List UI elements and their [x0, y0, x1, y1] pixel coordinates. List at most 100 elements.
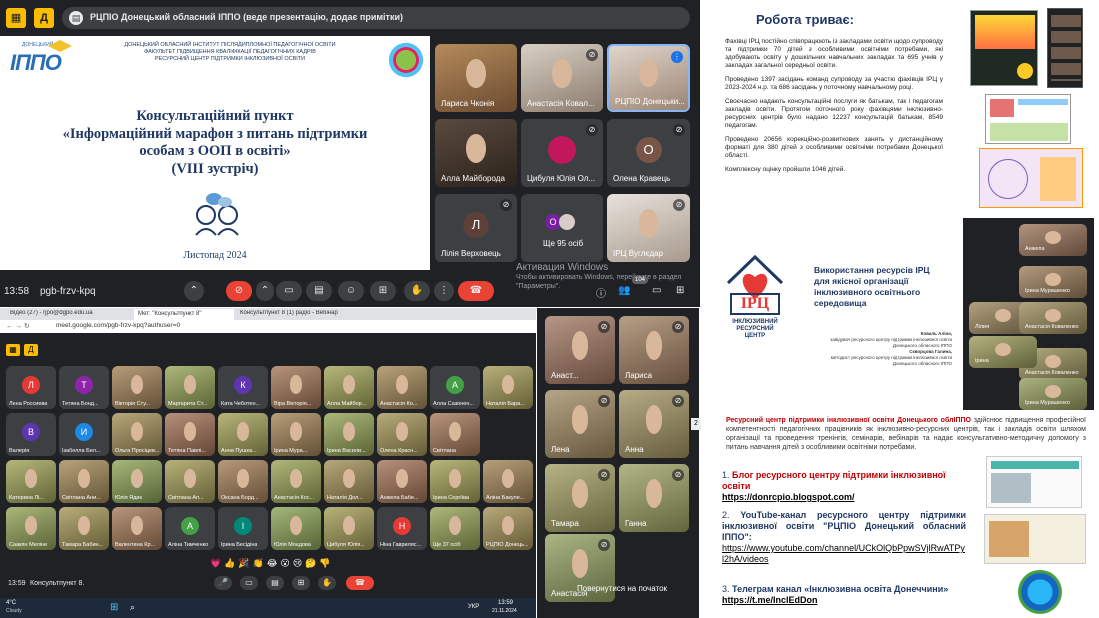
blog-link[interactable]: https://donrcpio.blogspot.com/ — [722, 492, 966, 503]
participant-tile[interactable]: Світлана Ап... — [165, 460, 215, 503]
participant-tile[interactable]: А Аліна Тимченко — [165, 507, 215, 550]
url-field[interactable]: meet.google.com/pgb-frzv-kpq?authuser=0 — [56, 322, 180, 329]
participant-tile[interactable]: Алла Майбор... — [324, 366, 374, 409]
participant-tile[interactable]: Ірина — [969, 336, 1037, 368]
emoji-button[interactable]: ☺ — [338, 281, 364, 301]
info-icon[interactable]: ⓘ — [596, 285, 606, 300]
participant-tile-active[interactable]: ⋮ РЦПІО Донецьки... — [607, 44, 690, 112]
participant-tile[interactable]: Олена Красн... — [377, 413, 427, 456]
participant-tile[interactable]: Маргарита Ст... — [165, 366, 215, 409]
participant-tile[interactable]: Л Лена Россиева — [6, 366, 56, 409]
participant-tile[interactable]: Юлія Моєдова — [271, 507, 321, 550]
camera-button[interactable]: ▭ — [240, 576, 258, 590]
participant-tile[interactable]: К Ката Чеботен... — [218, 366, 268, 409]
camera-dropdown-button[interactable]: ⌃ — [256, 281, 274, 301]
mic-toggle-button[interactable]: ⊘ — [226, 281, 252, 301]
browser-tab[interactable]: Відео (27) - rjpo@dgpo.edu.ua — [10, 310, 130, 316]
date[interactable]: 21.11.2024 — [492, 608, 517, 614]
participant-tile[interactable]: Ольга Просіцев... — [112, 413, 162, 456]
nav-icons[interactable]: ← → ↻ — [6, 322, 30, 330]
participant-tile[interactable]: Анастасія Коваленко — [1019, 302, 1087, 334]
participant-tile[interactable]: Н Ніна Гавриляс... — [377, 507, 427, 550]
participant-tile[interactable]: Анастасія Ко... — [377, 366, 427, 409]
participant-tile[interactable]: Ірина Мурашенко — [1019, 266, 1087, 298]
participant-tile[interactable]: Тамара Бабин... — [59, 507, 109, 550]
browser-tab-active[interactable]: Мет: "Консультпункт 8" — [134, 309, 234, 320]
more-participants-tile[interactable]: О Ще 95 осіб — [521, 194, 603, 262]
captions-button[interactable]: ▤ — [266, 576, 284, 590]
captions-button[interactable]: ▤ — [306, 281, 332, 301]
participant-tile[interactable]: ⊘ Цибуля Юлія Ол... — [521, 119, 603, 187]
participant-tile[interactable]: Анастасія Кос... — [271, 460, 321, 503]
participant-tile[interactable]: Ірина Мурашенко — [1019, 378, 1087, 410]
participant-tile[interactable]: Саакян Меліне — [6, 507, 56, 550]
participant-tile[interactable]: И Ізабелла Бел... — [59, 413, 109, 456]
more-options-button[interactable]: ⌃ — [184, 281, 204, 301]
raise-hand-button[interactable]: ✋ — [318, 576, 336, 590]
chat-icon[interactable]: ▭ — [652, 285, 661, 296]
participant-tile[interactable]: ⊘ Лариса — [619, 316, 689, 384]
dock-icon[interactable]: Д — [34, 8, 54, 28]
search-icon[interactable]: ⌕ — [130, 602, 135, 613]
participant-tile[interactable]: Ірина Сергіїва — [430, 460, 480, 503]
participant-tile[interactable]: Вікторія Сту... — [112, 366, 162, 409]
grid-icon[interactable]: ▦ — [6, 8, 26, 28]
participant-tile[interactable]: Тетяна Павлі... — [165, 413, 215, 456]
participant-name: Анастасія Коваленко — [1025, 324, 1079, 330]
participant-tile[interactable]: Оксана Борд... — [218, 460, 268, 503]
browser-tab[interactable]: Консультпункт 8 (1) радіо - Вебінар — [240, 310, 370, 316]
youtube-link[interactable]: https://www.youtube.com/channel/UCkOlQbP… — [722, 543, 966, 565]
clock[interactable]: 13:59 — [498, 600, 513, 606]
camera-button[interactable]: ▭ — [276, 281, 302, 301]
participant-tile[interactable]: Анна Пушка... — [218, 413, 268, 456]
end-call-button[interactable]: ☎ — [458, 281, 494, 301]
participant-tile[interactable]: Ірина Васили... — [324, 413, 374, 456]
participant-tile[interactable]: А Алла Сазонен... — [430, 366, 480, 409]
participant-tile[interactable]: Ірина Мура... — [271, 413, 321, 456]
raise-hand-button[interactable]: ✋ — [404, 281, 430, 301]
present-button[interactable]: ⊞ — [292, 576, 310, 590]
participant-tile[interactable]: Анжела Бабе... — [377, 460, 427, 503]
participant-tile[interactable]: ⊘ Анаст... — [545, 316, 615, 384]
participant-tile[interactable]: І Ірина Бесідіна — [218, 507, 268, 550]
return-to-start-button[interactable]: Повернутися на початок — [577, 584, 667, 593]
participant-tile[interactable]: Катерина Лі... — [6, 460, 56, 503]
present-button[interactable]: ⊞ — [370, 281, 396, 301]
reactions-bar[interactable]: 💗👍🎉👏😂😮😢🤔👎 — [210, 558, 334, 569]
participant-tile[interactable]: РЦПІО Донець... — [483, 507, 533, 550]
participant-tile[interactable]: О ⊘ Олена Кравець — [607, 119, 690, 187]
people-icon[interactable]: 👥 — [618, 285, 630, 296]
participant-tile[interactable]: Валентина Кр... — [112, 507, 162, 550]
participant-tile[interactable]: ⊘ Ганна — [619, 464, 689, 532]
participant-tile[interactable]: ⊘ Анна — [619, 390, 689, 458]
end-call-button[interactable]: ☎ — [346, 576, 374, 590]
participant-tile[interactable]: Аліна Бакуле... — [483, 460, 533, 503]
participant-tile[interactable]: ⊘ Анастасія Ковал... — [521, 44, 603, 112]
telegram-link[interactable]: https://t.me/InclEdDon — [722, 595, 966, 606]
participant-tile[interactable]: Т Тетяна Бонд... — [59, 366, 109, 409]
presenter-bar[interactable]: ▤ РЦПІО Донецький обласний ІППО (веде пр… — [62, 7, 690, 29]
start-icon[interactable]: ⊞ — [110, 602, 118, 613]
participant-tile[interactable]: Юлія Ядик — [112, 460, 162, 503]
grid-icon[interactable]: ▦ — [6, 344, 20, 356]
participant-tile[interactable]: Лариса Чконія — [435, 44, 517, 112]
more-button[interactable]: ⋮ — [434, 281, 454, 301]
participant-tile[interactable]: ⊘ Тамара — [545, 464, 615, 532]
participant-tile[interactable]: Наталія Бара... — [483, 366, 533, 409]
participant-tile[interactable]: Світлана — [430, 413, 480, 456]
participant-tile[interactable]: ⊘ ІРЦ Вуглєдар — [607, 194, 690, 262]
participant-tile[interactable]: ⊘ Лена — [545, 390, 615, 458]
participant-tile[interactable]: Віра Вікторія... — [271, 366, 321, 409]
participant-tile[interactable]: В Валерія — [6, 413, 56, 456]
participant-tile[interactable]: Цибуля Юлія... — [324, 507, 374, 550]
mic-button[interactable]: 🎤 — [214, 576, 232, 590]
participant-tile[interactable]: Анжела — [1019, 224, 1087, 256]
participant-tile[interactable]: Алла Майборода — [435, 119, 517, 187]
participant-tile[interactable]: Ще 37 осіб — [430, 507, 480, 550]
dock-icon[interactable]: Д — [24, 344, 38, 356]
participant-tile[interactable]: Наталія Дол... — [324, 460, 374, 503]
participant-tile[interactable]: Світлана Ани... — [59, 460, 109, 503]
participant-tile[interactable]: Л ⊘ Лілія Верховець — [435, 194, 517, 262]
activities-icon[interactable]: ⊞ — [676, 285, 684, 296]
lang-indicator[interactable]: УКР — [468, 604, 479, 610]
